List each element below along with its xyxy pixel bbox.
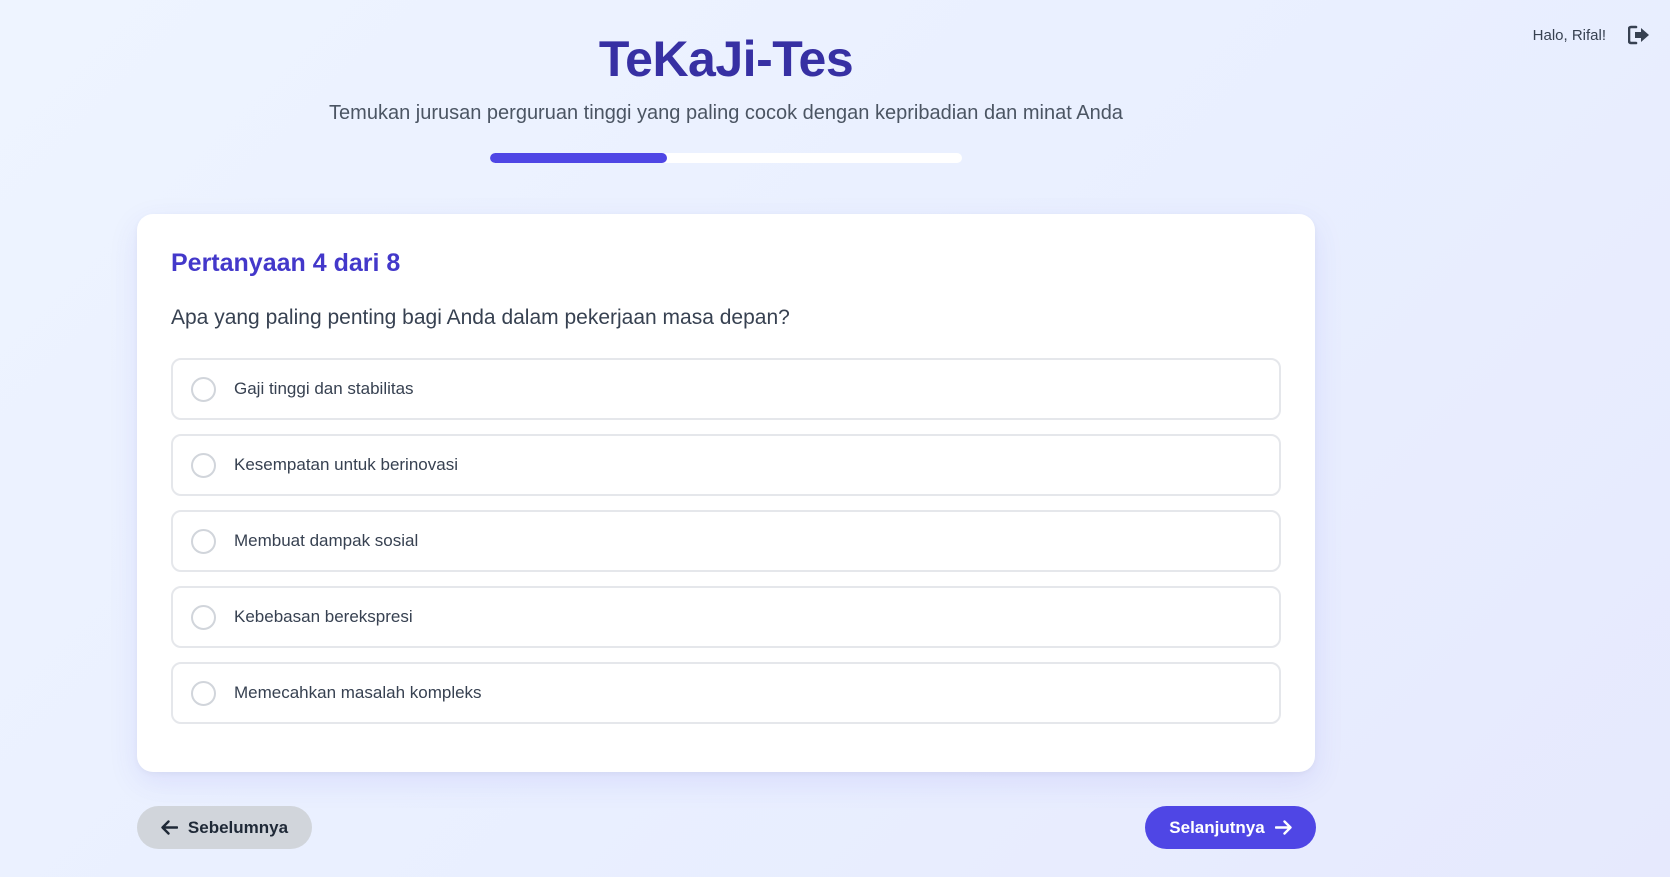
previous-button-label: Sebelumnya — [187, 817, 289, 837]
option-item[interactable]: Gaji tinggi dan stabilitas — [171, 358, 1281, 420]
option-item[interactable]: Kebebasan berekspresi — [171, 586, 1281, 648]
progress-bar — [490, 153, 962, 163]
option-label: Gaji tinggi dan stabilitas — [234, 379, 414, 398]
user-area: Halo, Rifal! — [1533, 22, 1652, 48]
previous-button[interactable]: Sebelumnya — [137, 806, 312, 849]
options-list: Gaji tinggi dan stabilitas Kesempatan un… — [171, 358, 1281, 724]
question-number: Pertanyaan 4 dari 8 — [171, 249, 401, 277]
option-label: Kesempatan untuk berinovasi — [234, 455, 458, 474]
arrow-left-icon — [161, 820, 178, 835]
radio-button[interactable] — [191, 604, 216, 630]
radio-button[interactable] — [191, 452, 216, 478]
logout-icon[interactable] — [1626, 22, 1652, 48]
header: TeKaJi-Tes Temukan jurusan perguruan tin… — [137, 28, 1315, 126]
app-subtitle: Temukan jurusan perguruan tinggi yang pa… — [329, 102, 1123, 124]
arrow-right-icon — [1274, 820, 1292, 835]
next-button[interactable]: Selanjutnya — [1145, 806, 1316, 849]
option-item[interactable]: Memecahkan masalah kompleks — [171, 662, 1281, 724]
option-label: Membuat dampak sosial — [234, 531, 419, 550]
option-item[interactable]: Membuat dampak sosial — [171, 510, 1281, 572]
app-title: TeKaJi-Tes — [598, 31, 854, 87]
progress-fill — [490, 153, 667, 163]
option-label: Kebebasan berekspresi — [234, 607, 413, 626]
question-text: Apa yang paling penting bagi Anda dalam … — [171, 306, 790, 329]
next-button-label: Selanjutnya — [1169, 817, 1265, 837]
option-label: Memecahkan masalah kompleks — [234, 683, 482, 702]
radio-button[interactable] — [191, 376, 216, 402]
user-greeting: Halo, Rifal! — [1532, 26, 1606, 44]
question-card: Pertanyaan 4 dari 8 Apa yang paling pent… — [137, 214, 1315, 772]
quiz-page: Halo, Rifal! TeKaJi-Tes Temukan jurusan … — [0, 0, 1670, 877]
option-item[interactable]: Kesempatan untuk berinovasi — [171, 434, 1281, 496]
radio-button[interactable] — [191, 680, 216, 706]
radio-button[interactable] — [191, 528, 216, 554]
